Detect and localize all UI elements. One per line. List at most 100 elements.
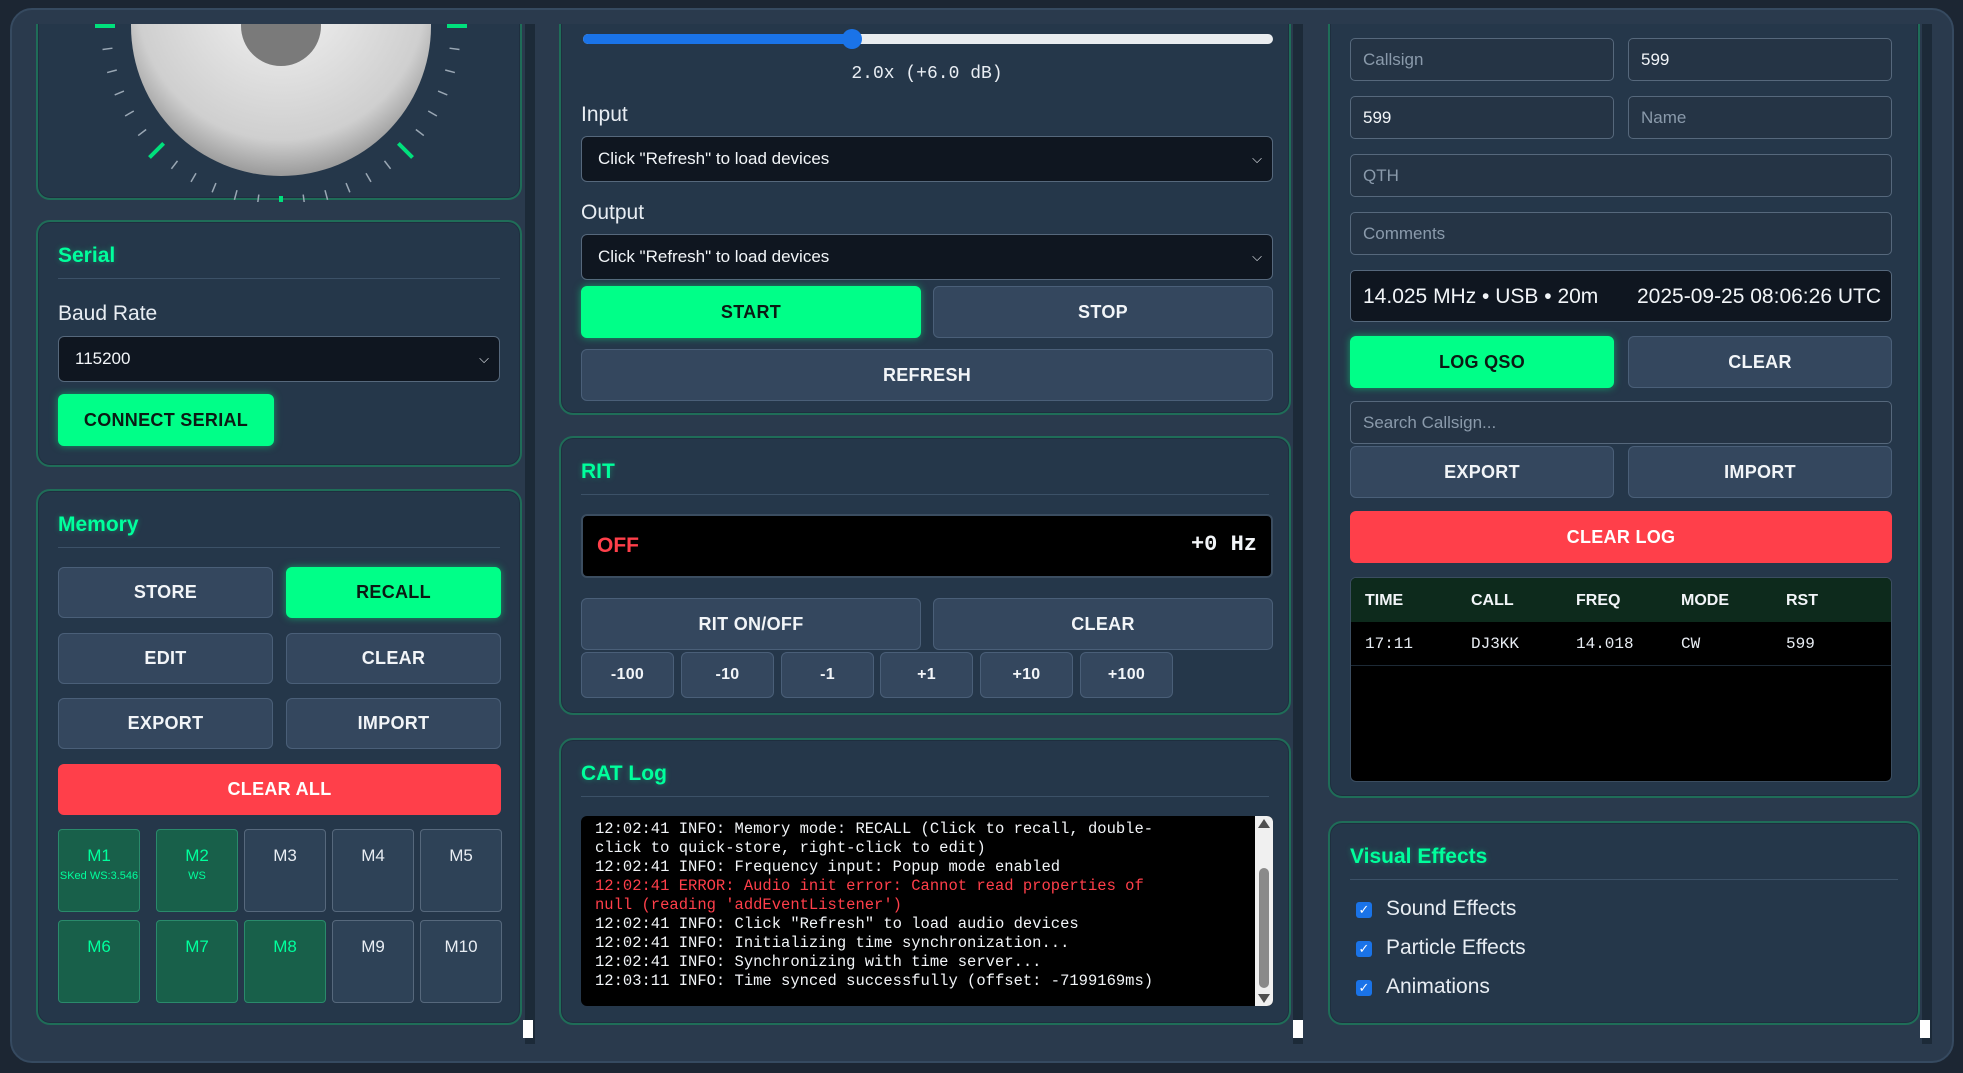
rit-step-plus-1[interactable]: +1 (880, 652, 973, 698)
memory-slot-m3[interactable]: M3 (244, 829, 326, 912)
status-frequency: 14.025 MHz • USB • 20m (1363, 285, 1599, 308)
dial-tick (106, 69, 117, 74)
connect-serial-button[interactable]: CONNECT SERIAL (58, 394, 274, 446)
sound-effects-option[interactable]: ✓ Sound Effects (1356, 897, 1756, 925)
memory-import-button[interactable]: IMPORT (286, 698, 501, 749)
particle-effects-option[interactable]: ✓ Particle Effects (1356, 936, 1756, 964)
column-mode[interactable]: MODE (1681, 592, 1729, 610)
memory-slot-m5[interactable]: M5 (420, 829, 502, 912)
memory-slot-m6[interactable]: M6 (58, 920, 140, 1003)
middle-scrollbar-thumb[interactable] (1293, 1020, 1303, 1038)
gain-slider[interactable] (583, 29, 1273, 49)
memory-slot-m1[interactable]: M1 SKed WS:3.546 (58, 829, 140, 912)
rit-step-plus-10[interactable]: +10 (980, 652, 1073, 698)
audio-panel: 2.0x (+6.0 dB) Input Click "Refresh" to … (559, 24, 1291, 415)
animations-option[interactable]: ✓ Animations (1356, 975, 1756, 1003)
memory-slot-m7[interactable]: M7 (156, 920, 238, 1003)
log-qso-button[interactable]: LOG QSO (1350, 336, 1614, 388)
output-label: Output (581, 201, 645, 224)
logbook-export-button[interactable]: EXPORT (1350, 446, 1614, 498)
logbook-import-button[interactable]: IMPORT (1628, 446, 1892, 498)
rit-step-minus-1[interactable]: -1 (781, 652, 874, 698)
left-column: Serial Baud Rate 115200 ⌵ CONNECT SERIAL… (30, 24, 540, 1044)
cat-log-line: 12:02:41 INFO: Initializing time synchro… (595, 934, 1070, 952)
memory-export-button[interactable]: EXPORT (58, 698, 273, 749)
qso-status-bar: 14.025 MHz • USB • 20m 2025-09-25 08:06:… (1350, 270, 1892, 322)
slot-label: M8 (273, 937, 297, 956)
column-rst[interactable]: RST (1786, 592, 1818, 610)
cat-log-line: 12:02:41 ERROR: Audio init error: Cannot… (595, 877, 1144, 895)
slot-label: M10 (444, 937, 478, 956)
gain-slider-fill (583, 34, 853, 44)
rst-received-field[interactable]: 599 (1350, 96, 1614, 139)
logbook-clear-button[interactable]: CLEAR (1628, 336, 1892, 388)
recall-button[interactable]: RECALL (286, 567, 501, 618)
chevron-down-icon: ⌵ (479, 351, 489, 366)
memory-panel: Memory STORE RECALL EDIT CLEAR EXPORT IM… (36, 489, 522, 1025)
clear-all-button[interactable]: CLEAR ALL (58, 764, 501, 815)
baud-rate-value: 115200 (75, 349, 131, 368)
edit-button[interactable]: EDIT (58, 633, 273, 684)
comments-field[interactable]: Comments (1350, 212, 1892, 255)
output-device-value: Click "Refresh" to load devices (598, 247, 830, 266)
baud-rate-select[interactable]: 115200 ⌵ (58, 336, 500, 382)
dial-tick (345, 182, 351, 193)
left-scrollbar[interactable] (525, 24, 535, 1044)
refresh-button[interactable]: REFRESH (581, 349, 1273, 401)
column-call[interactable]: CALL (1471, 592, 1514, 610)
callsign-field[interactable]: Callsign (1350, 38, 1614, 81)
name-field[interactable]: Name (1628, 96, 1892, 139)
chevron-down-icon: ⌵ (1252, 249, 1262, 264)
cat-log-output[interactable]: 12:02:41 INFO: Memory mode: RECALL (Clic… (581, 816, 1273, 1006)
animations-checkbox[interactable]: ✓ (1356, 980, 1372, 996)
scroll-down-icon[interactable] (1258, 994, 1270, 1003)
column-time[interactable]: TIME (1365, 592, 1403, 610)
cat-log-scroll-thumb[interactable] (1259, 868, 1269, 988)
column-freq[interactable]: FREQ (1576, 592, 1620, 610)
rit-step-minus-10[interactable]: -10 (681, 652, 774, 698)
qth-field[interactable]: QTH (1350, 154, 1892, 197)
sound-effects-checkbox[interactable]: ✓ (1356, 902, 1372, 918)
middle-scrollbar[interactable] (1293, 24, 1303, 1044)
particle-effects-checkbox[interactable]: ✓ (1356, 941, 1372, 957)
output-device-select[interactable]: Click "Refresh" to load devices ⌵ (581, 234, 1273, 280)
dial-tick (383, 160, 392, 170)
rit-toggle-button[interactable]: RIT ON/OFF (581, 598, 921, 650)
memory-clear-button[interactable]: CLEAR (286, 633, 501, 684)
serial-panel: Serial Baud Rate 115200 ⌵ CONNECT SERIAL (36, 220, 522, 467)
rit-clear-button[interactable]: CLEAR (933, 598, 1273, 650)
table-header: TIME CALL FREQ MODE RST (1351, 578, 1891, 622)
search-callsign-input[interactable]: Search Callsign... (1350, 401, 1892, 444)
divider (58, 547, 500, 548)
left-scrollbar-thumb[interactable] (523, 1020, 533, 1038)
memory-slot-m10[interactable]: M10 (420, 920, 502, 1003)
input-device-select[interactable]: Click "Refresh" to load devices ⌵ (581, 136, 1273, 182)
dial-tick (437, 90, 448, 96)
memory-slot-m4[interactable]: M4 (332, 829, 414, 912)
stop-button[interactable]: STOP (933, 286, 1273, 338)
dial-tick (137, 128, 147, 137)
right-scrollbar[interactable] (1922, 24, 1932, 1044)
particle-effects-label: Particle Effects (1386, 936, 1526, 959)
rit-step-plus-100[interactable]: +100 (1080, 652, 1173, 698)
rit-panel: RIT OFF +0 Hz RIT ON/OFF CLEAR -100 -10 … (559, 436, 1291, 715)
scroll-up-icon[interactable] (1258, 819, 1270, 828)
dial-tick (211, 182, 217, 193)
gain-slider-thumb[interactable] (842, 29, 863, 49)
rit-title: RIT (581, 460, 615, 483)
dial-tick (170, 160, 179, 170)
memory-slot-m8[interactable]: M8 (244, 920, 326, 1003)
memory-slot-m9[interactable]: M9 (332, 920, 414, 1003)
store-button[interactable]: STORE (58, 567, 273, 618)
table-row[interactable]: 17:11 DJ3KK 14.018 CW 599 (1351, 622, 1891, 666)
rit-step-minus-100[interactable]: -100 (581, 652, 674, 698)
cat-log-scrollbar[interactable] (1255, 816, 1273, 1006)
dial-tick (302, 194, 305, 202)
right-scrollbar-thumb[interactable] (1920, 1020, 1930, 1038)
vfo-knob[interactable] (38, 24, 524, 202)
start-button[interactable]: START (581, 286, 921, 338)
memory-slot-m2[interactable]: M2 WS (156, 829, 238, 912)
slot-desc: WS (188, 870, 206, 882)
clear-log-button[interactable]: CLEAR LOG (1350, 511, 1892, 563)
rst-sent-field[interactable]: 599 (1628, 38, 1892, 81)
